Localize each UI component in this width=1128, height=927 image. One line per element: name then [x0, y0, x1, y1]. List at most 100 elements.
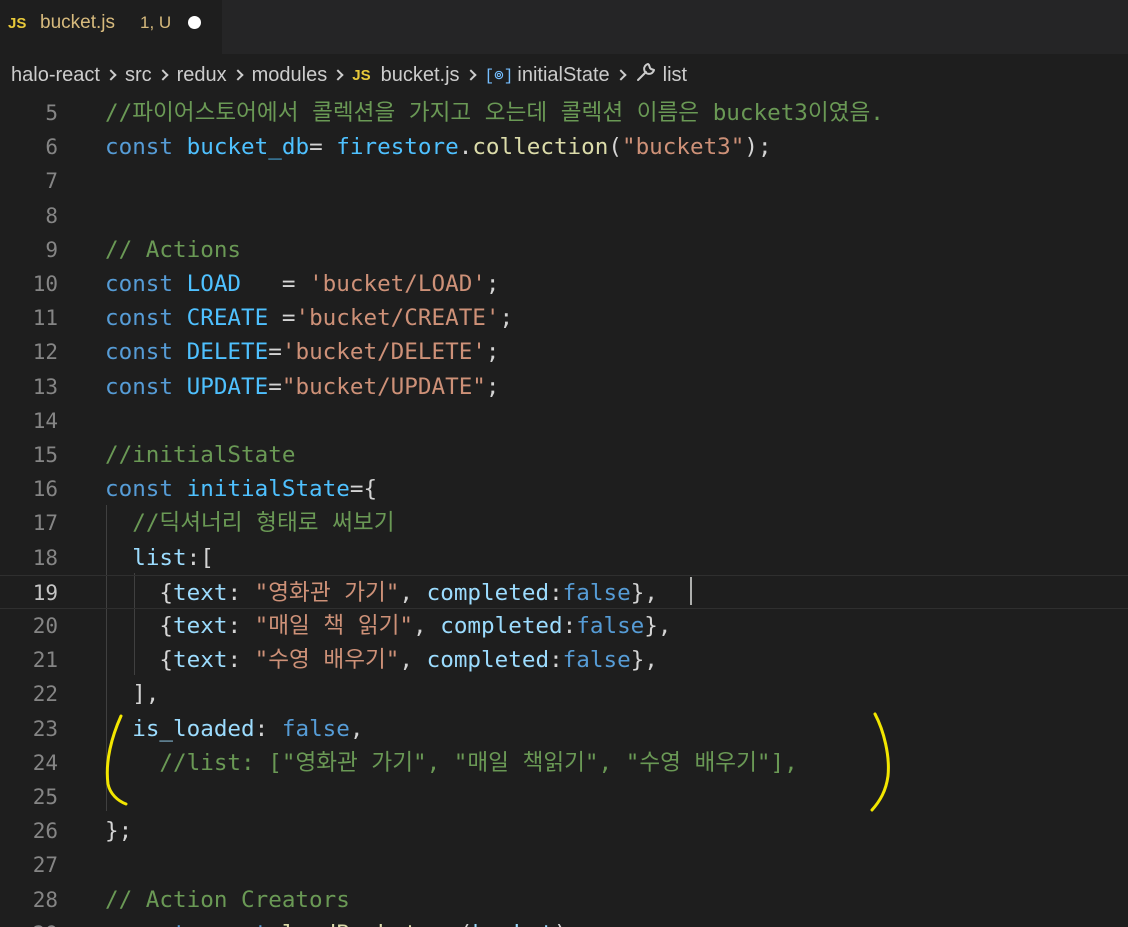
line-number: 16 [32, 477, 58, 502]
code-token: "수영 배우기" [254, 647, 400, 674]
line-number: 8 [45, 203, 58, 228]
code-text: //딕셔너리 형태로 써보기 [105, 506, 394, 540]
line-number: 12 [32, 340, 58, 365]
code-line[interactable]: 16 const initialState={ [0, 472, 1128, 506]
code-text: ], [105, 677, 159, 711]
code-line[interactable]: 17 //딕셔너리 형태로 써보기 [0, 506, 1128, 540]
code-line[interactable]: 25 [0, 780, 1128, 814]
line-number: 9 [45, 237, 58, 262]
line-number: 6 [45, 135, 58, 160]
breadcrumb-item-halo-react[interactable]: halo-react [11, 64, 100, 87]
code-token: : [227, 647, 255, 674]
code-token: ; [485, 339, 500, 366]
line-number: 29 [0, 917, 58, 927]
code-line[interactable]: 14 [0, 404, 1128, 438]
code-token: : [549, 647, 563, 674]
chevron-right-icon [105, 69, 117, 81]
unsaved-dot-icon[interactable] [188, 16, 201, 29]
code-text: const bucket_db= firestore.collection("b… [105, 130, 772, 164]
code-token: :[ [186, 544, 214, 571]
code-token: const [105, 476, 174, 503]
code-token: : [227, 613, 255, 639]
breadcrumb-item-file[interactable]: bucket.js [381, 64, 460, 87]
code-token: = ( [418, 921, 472, 927]
wrench-property-icon [635, 61, 657, 89]
code-line[interactable]: 7 [0, 164, 1128, 198]
code-token: text [173, 647, 228, 674]
code-token: //파이어스토어에서 콜렉션을 가지고 오는데 콜렉션 이름은 bucket3이… [105, 100, 884, 126]
chevron-right-icon [332, 69, 344, 81]
code-token: ], [105, 681, 160, 708]
breadcrumb-item-redux[interactable]: redux [177, 64, 227, 87]
code-token: text [173, 613, 228, 639]
code-line[interactable]: 6 const bucket_db= firestore.collection("… [0, 130, 1128, 164]
code-token: firestore [336, 134, 459, 161]
breadcrumb-item-src[interactable]: src [125, 64, 152, 87]
code-token: ; [499, 305, 514, 332]
code-token: { [105, 647, 174, 674]
code-line[interactable]: 9 // Actions [0, 233, 1128, 267]
code-line[interactable]: 5 //파이어스토어에서 콜렉션을 가지고 오는데 콜렉션 이름은 bucket3… [0, 96, 1128, 130]
breadcrumb-item-symbol[interactable]: initialState [517, 64, 609, 87]
code-text: }; [105, 814, 132, 848]
code-line[interactable]: 20 {text: "매일 책 읽기", completed:false}, [0, 609, 1128, 643]
code-line[interactable]: 23 is_loaded: false, [0, 712, 1128, 746]
code-line[interactable]: 29 export const loadBucket = (bucket) [0, 917, 1128, 927]
code-token: , [399, 579, 427, 606]
code-token: ; [485, 271, 500, 297]
code-line[interactable]: 26}; [0, 814, 1128, 848]
breadcrumb-item-modules[interactable]: modules [252, 64, 328, 87]
code-text: is_loaded: false, [105, 712, 363, 746]
code-text: const UPDATE="bucket/UPDATE"; [105, 370, 500, 404]
code-text: //파이어스토어에서 콜렉션을 가지고 오는데 콜렉션 이름은 bucket3이… [105, 96, 884, 130]
code-line[interactable]: 28 // Action Creators [0, 883, 1128, 917]
code-token: bucket_db [186, 134, 310, 161]
tab-bucket-js[interactable]: JS bucket.js 1, U [0, 0, 222, 54]
code-token: false [576, 613, 645, 639]
code-text: // Actions [105, 233, 241, 267]
code-token: initialState [186, 476, 350, 503]
code-line[interactable]: 15 //initialState [0, 438, 1128, 472]
code-line[interactable]: 10 const LOAD = 'bucket/LOAD'; [0, 267, 1128, 301]
line-number: 11 [32, 306, 58, 331]
code-token: false [562, 579, 631, 606]
code-line[interactable]: 8 [0, 199, 1128, 233]
line-number: 19 [32, 580, 58, 605]
code-token: completed [426, 647, 550, 674]
code-line[interactable]: 19 {text: "영화관 가기", completed:false}, [0, 574, 1128, 609]
code-line[interactable]: 27 [0, 848, 1128, 882]
code-editor[interactable]: 5 //파이어스토어에서 콜렉션을 가지고 오는데 콜렉션 이름은 bucket3… [0, 96, 1128, 927]
line-number: 17 [32, 511, 58, 536]
code-token: "매일 책 읽기" [254, 613, 413, 639]
code-line[interactable]: 12 const DELETE='bucket/DELETE'; [0, 335, 1128, 369]
code-token: //list: ["영화관 가기", "매일 책읽기", "수영 배우기"], [159, 749, 798, 776]
code-token: 'bucket/CREATE' [295, 305, 500, 332]
code-line[interactable]: 11 const CREATE ='bucket/CREATE'; [0, 301, 1128, 335]
code-token: : [227, 579, 255, 606]
code-text: list:[ [105, 541, 214, 575]
code-token: , [413, 613, 441, 639]
code-line[interactable]: 22 ], [0, 677, 1128, 711]
chevron-right-icon [231, 69, 244, 81]
code-token: = [241, 271, 310, 297]
line-number: 21 [32, 648, 58, 673]
code-text: const CREATE ='bucket/CREATE'; [105, 301, 513, 335]
code-text: {text: "수영 배우기", completed:false}, [105, 643, 658, 677]
code-line[interactable]: 18 list:[ [0, 541, 1128, 575]
javascript-file-icon: JS [8, 15, 27, 32]
code-line[interactable]: 13 const UPDATE="bucket/UPDATE"; [0, 370, 1128, 404]
code-token: DELETE [186, 339, 269, 366]
code-token: }, [644, 613, 672, 639]
code-token: }, [630, 579, 658, 606]
code-token: : [562, 613, 577, 639]
line-number: 5 [45, 101, 58, 125]
code-line[interactable]: 21 {text: "수영 배우기", completed:false}, [0, 643, 1128, 677]
code-line[interactable]: 24 //list: ["영화관 가기", "매일 책읽기", "수영 배우기"… [0, 746, 1128, 780]
breadcrumb-item-property[interactable]: list [663, 64, 687, 87]
line-number: 24 [32, 750, 58, 775]
